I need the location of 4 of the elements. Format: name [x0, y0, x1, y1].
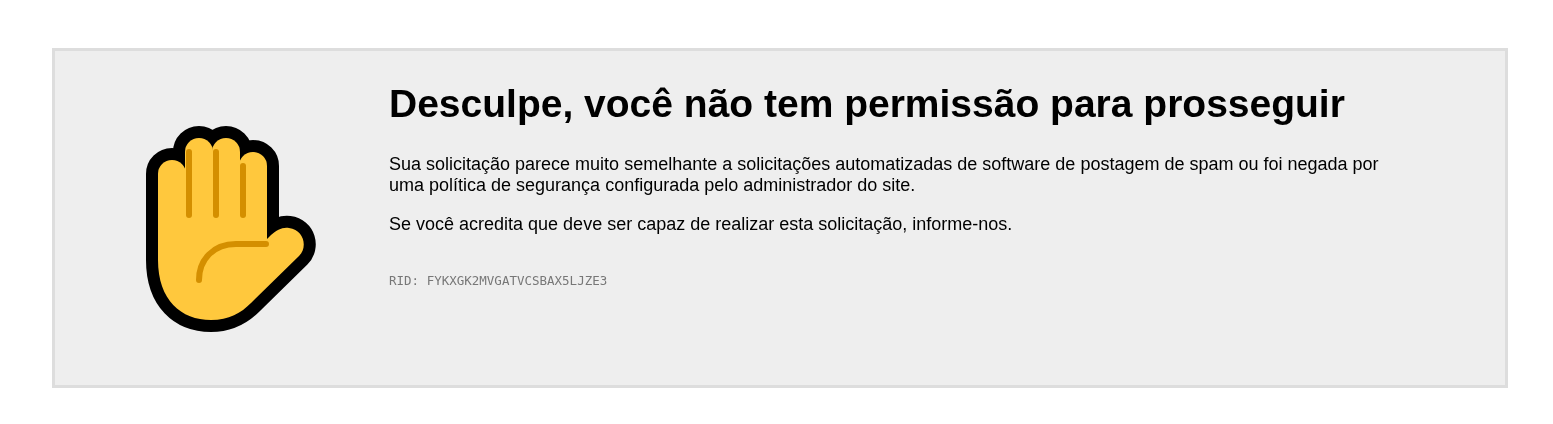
notice-paragraph: Sua solicitação parece muito semelhante a solicitações automatizadas de software de postagem de spam ou foi negada por uma política de segurança configurada pelo administrador do site. — [389, 153, 1380, 196]
notice-paragraph: Se você acredita que deve ser capaz de realizar esta solicitação, informe-nos. — [389, 213, 1014, 235]
notice-title: Desculpe, você não tem permissão para prosseguir — [389, 81, 1346, 127]
request-id: RID: FYKXGK2MVGATVCSBAX5LJZE3 — [389, 272, 609, 288]
